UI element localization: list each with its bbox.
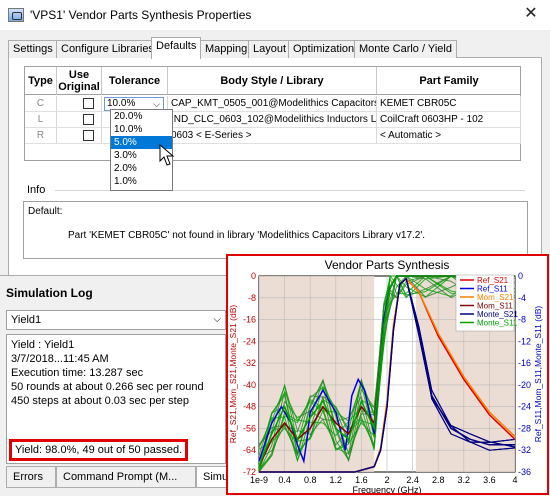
tolerance-option[interactable]: 20.0% bbox=[111, 110, 172, 123]
close-button[interactable]: ✕ bbox=[520, 3, 542, 25]
simulation-log-selected: Yield1 bbox=[11, 314, 42, 326]
defaults-panel: Type Use Original Tolerance Body Style /… bbox=[8, 58, 542, 280]
row-r-use-original-checkbox[interactable] bbox=[83, 130, 94, 141]
tab-optimization[interactable]: Optimization bbox=[288, 40, 360, 58]
yield-result: Yield: 98.0%, 49 out of 50 passed. bbox=[9, 439, 189, 461]
bottom-tab-strip: Errors Command Prompt (M... Simul bbox=[6, 466, 236, 490]
row-c-type: C bbox=[25, 96, 57, 112]
row-c-use-original-checkbox[interactable] bbox=[83, 98, 94, 109]
row-r-use-original-cell bbox=[57, 128, 102, 144]
y-right-tick-label: -28 bbox=[518, 423, 531, 433]
header-part-family: Part Family bbox=[377, 67, 521, 95]
row-l-use-original-cell bbox=[57, 112, 102, 128]
tab-layout[interactable]: Layout bbox=[248, 40, 292, 58]
chart-title: Vendor Parts Synthesis bbox=[325, 258, 450, 272]
x-tick-label: 2.4 bbox=[406, 475, 419, 485]
y-left-tick-label: -40 bbox=[243, 380, 256, 390]
header-type: Type bbox=[25, 67, 57, 95]
x-tick-label: 0.8 bbox=[304, 475, 317, 485]
vendor-parts-synthesis-plot: 1e-9 0.4 0.8 1.2 1.6 2 2.4 2.8 3.2 3.6 4 0 -8 -16 -24-… bbox=[226, 254, 549, 495]
row-l-body-style[interactable]: IND_CLC_0603_102@Modelithics Inductors L… bbox=[168, 112, 377, 128]
y-right-tick-label: -24 bbox=[518, 402, 531, 412]
row-l-type: L bbox=[25, 112, 57, 128]
y-left-tick-label: -8 bbox=[248, 293, 256, 303]
y-right-tick-label: -8 bbox=[518, 315, 526, 325]
info-default-label: Default: bbox=[28, 206, 63, 217]
header-tolerance: Tolerance bbox=[102, 67, 168, 95]
tolerance-option[interactable]: 1.0% bbox=[111, 175, 172, 188]
x-tick-label: 3.2 bbox=[458, 475, 471, 485]
x-tick-label: 1.2 bbox=[330, 475, 343, 485]
y-left-tick-label: 0 bbox=[251, 271, 256, 281]
x-tick-label: 1.6 bbox=[355, 475, 368, 485]
log-line: 3/7/2018...11:45 AM bbox=[11, 353, 109, 365]
x-tick-label: 2 bbox=[384, 475, 389, 485]
tab-command-prompt[interactable]: Command Prompt (M... bbox=[56, 466, 196, 488]
legend-label: Monte_S11 bbox=[477, 319, 518, 328]
log-line: 50 rounds at about 0.266 sec per round bbox=[11, 381, 204, 393]
tab-strip: Settings Configure Libraries Defaults Ma… bbox=[8, 37, 542, 59]
tolerance-value: 10.0% bbox=[107, 98, 136, 109]
row-r-body-style[interactable]: 0603 < E-Series > bbox=[168, 128, 377, 144]
row-c-part-family[interactable]: KEMET CBR05C bbox=[377, 96, 521, 112]
x-tick-label: 4 bbox=[512, 475, 517, 485]
row-c-body-style[interactable]: CAP_KMT_0505_001@Modelithics Capacitors bbox=[168, 96, 377, 112]
y-right-axis-label: Ref_S11,Mom_S11,Monte_S11 (dB) bbox=[533, 306, 543, 443]
y-right-tick-label: -20 bbox=[518, 380, 531, 390]
simulation-log-select[interactable]: Yield1 ⌵ bbox=[6, 310, 226, 330]
row-r-type: R bbox=[25, 128, 57, 144]
y-right-tick-label: -16 bbox=[518, 358, 531, 368]
tab-defaults[interactable]: Defaults bbox=[151, 37, 202, 59]
x-axis-label: Frequency (GHz) bbox=[352, 485, 421, 493]
y-right-tick-label: 0 bbox=[518, 271, 523, 281]
x-tick-label: 0.4 bbox=[278, 475, 291, 485]
row-c-use-original-cell bbox=[57, 96, 102, 112]
mouse-pointer-icon bbox=[159, 144, 175, 166]
y-right-tick-label: -36 bbox=[518, 467, 531, 477]
header-body-style: Body Style / Library bbox=[168, 67, 377, 95]
y-left-tick-label: -16 bbox=[243, 315, 256, 325]
y-left-tick-label: -72 bbox=[243, 467, 256, 477]
chevron-down-icon[interactable]: ⌵ bbox=[213, 311, 221, 329]
log-line: 450 steps at about 0.03 sec per step bbox=[11, 395, 189, 407]
y-left-axis-label: Ref_S21,Mom_S21,Monte_S21 (dB) bbox=[228, 305, 238, 444]
row-l-use-original-checkbox[interactable] bbox=[83, 114, 94, 125]
log-line: Execution time: 13.287 sec bbox=[11, 367, 144, 379]
x-tick-label: 3.6 bbox=[483, 475, 496, 485]
row-r-part-family[interactable]: < Automatic > bbox=[377, 128, 521, 144]
y-left-tick-label: -64 bbox=[243, 445, 256, 455]
header-use-original: Use Original bbox=[57, 67, 102, 95]
y-left-tick-label: -48 bbox=[243, 402, 256, 412]
simulation-log-title: Simulation Log bbox=[6, 286, 93, 300]
y-left-tick-label: -24 bbox=[243, 336, 256, 346]
log-line: Yield : Yield1 bbox=[11, 339, 75, 351]
tab-settings[interactable]: Settings bbox=[8, 40, 58, 58]
title-bar[interactable]: 'VPS1' Vendor Parts Synthesis Properties… bbox=[0, 0, 550, 30]
vps-properties-dialog: 'VPS1' Vendor Parts Synthesis Properties… bbox=[0, 0, 550, 280]
y-right-tick-label: -32 bbox=[518, 445, 531, 455]
info-box: Default: Part 'KEMET CBR05C' not found i… bbox=[23, 201, 528, 259]
tab-mapping[interactable]: Mapping bbox=[200, 40, 253, 58]
y-right-tick-label: -12 bbox=[518, 336, 531, 346]
tab-monte-carlo-yield[interactable]: Monte Carlo / Yield bbox=[354, 40, 457, 58]
row-l-part-family[interactable]: CoilCraft 0603HP - 102 bbox=[377, 112, 521, 128]
simulation-log-panel: Simulation Log Yield1 ⌵ Yield : Yield1 3… bbox=[0, 275, 236, 496]
info-label: Info bbox=[27, 184, 46, 196]
tolerance-option[interactable]: 10.0% bbox=[111, 123, 172, 136]
y-left-tick-label: -56 bbox=[243, 423, 256, 433]
tab-configure-libraries[interactable]: Configure Libraries bbox=[56, 40, 159, 58]
app-icon bbox=[8, 8, 24, 22]
window-title: 'VPS1' Vendor Parts Synthesis Properties bbox=[30, 8, 252, 22]
y-right-tick-label: -4 bbox=[518, 293, 526, 303]
y-left-tick-label: -32 bbox=[243, 358, 256, 368]
info-message: Part 'KEMET CBR05C' not found in library… bbox=[68, 230, 426, 241]
defaults-grid: Type Use Original Tolerance Body Style /… bbox=[24, 66, 521, 161]
simulation-log-output: Yield : Yield1 3/7/2018...11:45 AM Execu… bbox=[6, 334, 226, 464]
tab-errors[interactable]: Errors bbox=[6, 466, 56, 488]
chart-svg: 1e-9 0.4 0.8 1.2 1.6 2 2.4 2.8 3.2 3.6 40-8-16-24-… bbox=[228, 258, 543, 493]
x-tick-label: 2.8 bbox=[432, 475, 445, 485]
